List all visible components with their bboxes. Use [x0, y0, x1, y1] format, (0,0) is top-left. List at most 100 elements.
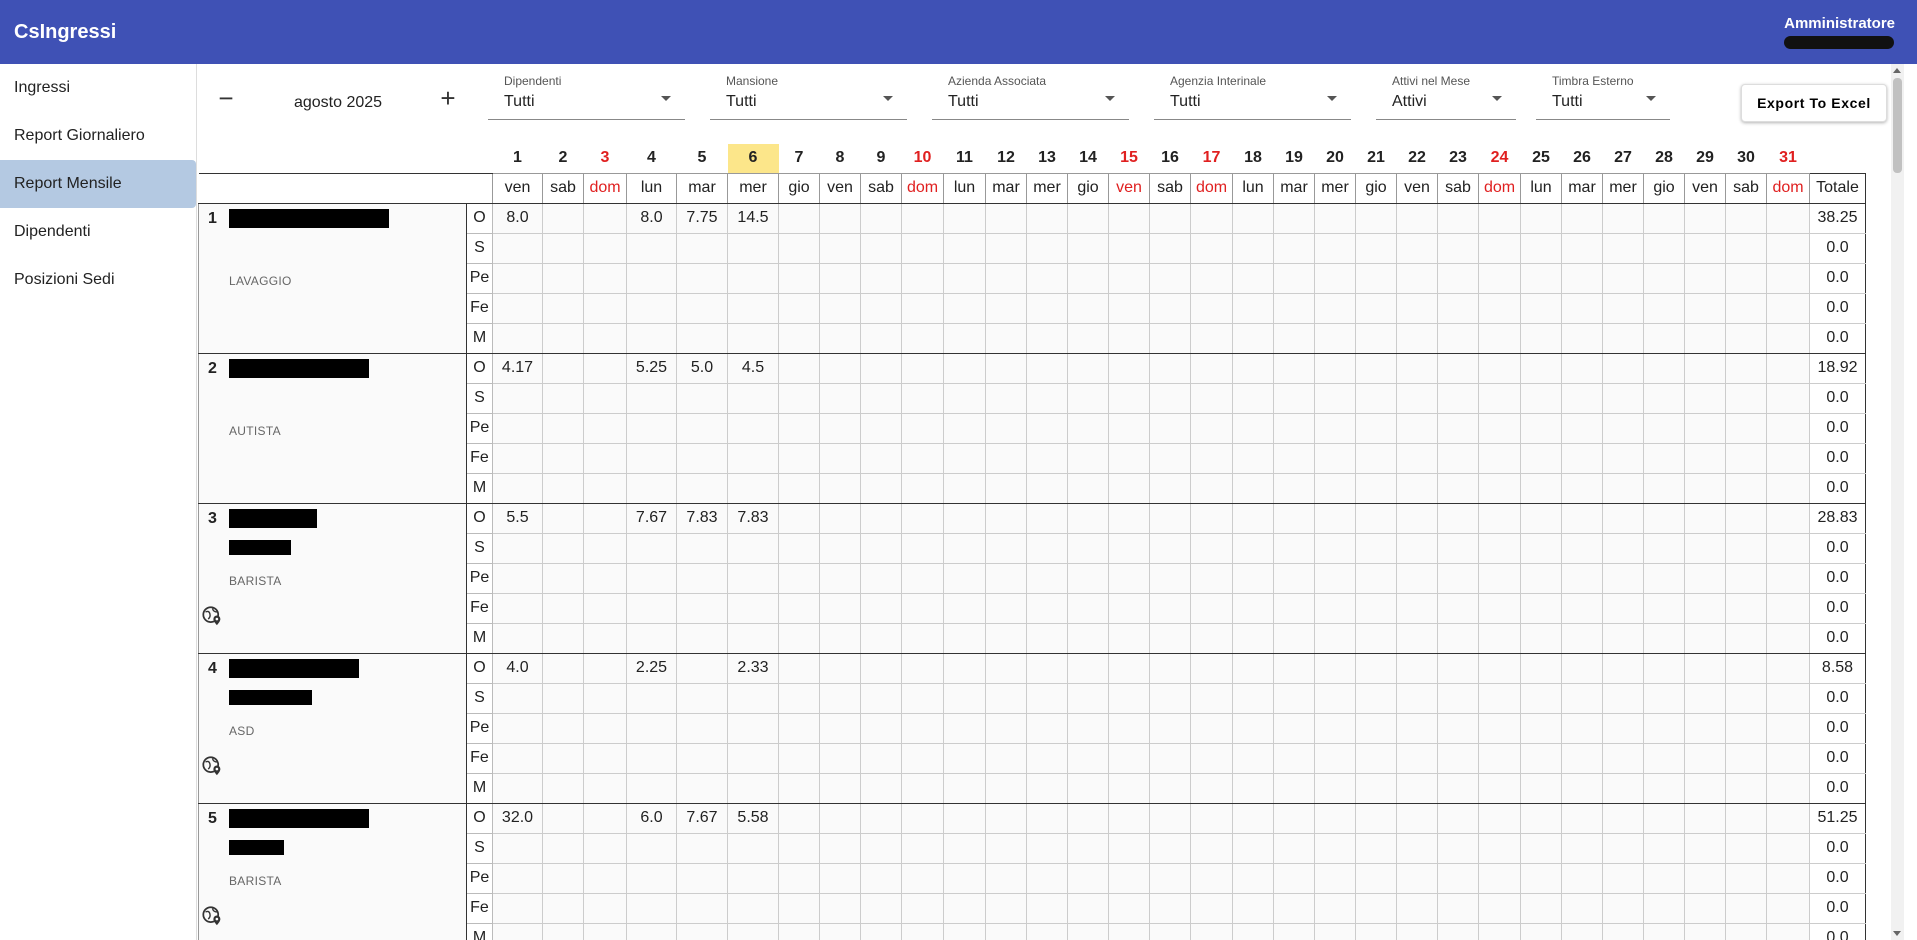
day-hours-cell[interactable] — [901, 592, 944, 624]
day-hours-cell[interactable] — [1314, 652, 1356, 684]
day-hours-cell[interactable] — [1725, 292, 1767, 324]
day-hours-cell[interactable] — [492, 232, 543, 264]
day-hours-cell[interactable] — [1273, 682, 1315, 714]
day-hours-cell[interactable] — [1190, 472, 1233, 504]
day-hours-cell[interactable] — [1478, 832, 1521, 864]
day-hours-cell[interactable] — [860, 562, 902, 594]
day-hours-cell[interactable] — [1478, 802, 1521, 834]
day-hours-cell[interactable] — [542, 832, 584, 864]
day-hours-cell[interactable] — [1520, 892, 1562, 924]
day-hours-cell[interactable] — [542, 682, 584, 714]
day-hours-cell[interactable] — [1067, 892, 1109, 924]
day-hours-cell[interactable] — [1725, 202, 1767, 234]
day-hours-cell[interactable] — [819, 802, 861, 834]
day-hours-cell[interactable] — [1725, 892, 1767, 924]
day-hours-cell[interactable] — [1355, 742, 1397, 774]
day-hours-cell[interactable] — [1602, 382, 1644, 414]
day-hours-cell[interactable] — [1725, 862, 1767, 894]
next-month-button[interactable]: + — [433, 84, 463, 114]
day-hours-cell[interactable] — [1108, 802, 1150, 834]
scrollbar-thumb[interactable] — [1893, 78, 1902, 173]
day-hours-cell[interactable] — [676, 862, 728, 894]
day-hours-cell[interactable] — [1149, 832, 1191, 864]
day-hours-cell[interactable] — [1643, 262, 1685, 294]
day-hours-cell[interactable] — [1108, 262, 1150, 294]
day-hours-cell[interactable] — [1437, 562, 1479, 594]
day-hours-cell[interactable] — [1273, 892, 1315, 924]
day-hours-cell[interactable] — [492, 412, 543, 444]
day-hours-cell[interactable] — [943, 862, 986, 894]
day-hours-cell[interactable] — [860, 652, 902, 684]
day-hours-cell[interactable] — [1602, 502, 1644, 534]
day-hours-cell[interactable] — [626, 382, 677, 414]
day-hours-cell[interactable] — [1766, 742, 1810, 774]
day-hours-cell[interactable] — [1520, 622, 1562, 654]
day-hours-cell[interactable]: 6.0 — [626, 802, 677, 834]
day-hours-cell[interactable] — [492, 682, 543, 714]
day-hours-cell[interactable] — [1437, 592, 1479, 624]
day-hours-cell[interactable] — [901, 232, 944, 264]
day-hours-cell[interactable] — [1026, 862, 1068, 894]
day-hours-cell[interactable] — [1067, 862, 1109, 894]
day-hours-cell[interactable] — [1520, 562, 1562, 594]
day-hours-cell[interactable] — [1232, 652, 1274, 684]
day-hours-cell[interactable] — [1067, 832, 1109, 864]
day-hours-cell[interactable] — [1437, 292, 1479, 324]
day-hours-cell[interactable] — [1520, 232, 1562, 264]
day-hours-cell[interactable] — [583, 232, 627, 264]
day-hours-cell[interactable] — [542, 352, 584, 384]
day-hours-cell[interactable] — [1684, 772, 1726, 804]
day-hours-cell[interactable] — [1067, 202, 1109, 234]
day-hours-cell[interactable] — [583, 712, 627, 744]
day-hours-cell[interactable] — [1026, 652, 1068, 684]
day-hours-cell[interactable] — [1766, 772, 1810, 804]
day-hours-cell[interactable] — [943, 472, 986, 504]
day-hours-cell[interactable] — [676, 262, 728, 294]
day-hours-cell[interactable] — [1108, 322, 1150, 354]
day-hours-cell[interactable] — [542, 592, 584, 624]
day-hours-cell[interactable] — [1684, 502, 1726, 534]
day-hours-cell[interactable] — [1643, 352, 1685, 384]
day-hours-cell[interactable] — [1643, 862, 1685, 894]
day-hours-cell[interactable] — [1108, 202, 1150, 234]
sidebar-item-report-giornaliero[interactable]: Report Giornaliero — [0, 112, 196, 160]
day-hours-cell[interactable] — [1643, 802, 1685, 834]
day-hours-cell[interactable] — [542, 742, 584, 774]
day-hours-cell[interactable] — [1520, 652, 1562, 684]
day-hours-cell[interactable] — [1149, 562, 1191, 594]
employee-cell[interactable]: 2 AUTISTA — [198, 353, 467, 504]
day-hours-cell[interactable] — [1108, 502, 1150, 534]
day-hours-cell[interactable] — [1232, 322, 1274, 354]
day-hours-cell[interactable] — [1684, 202, 1726, 234]
day-hours-cell[interactable] — [860, 232, 902, 264]
day-hours-cell[interactable] — [819, 772, 861, 804]
day-hours-cell[interactable] — [1561, 622, 1603, 654]
day-hours-cell[interactable] — [860, 922, 902, 940]
day-hours-cell[interactable] — [1273, 292, 1315, 324]
day-hours-cell[interactable] — [819, 532, 861, 564]
day-hours-cell[interactable] — [1437, 442, 1479, 474]
day-hours-cell[interactable] — [1273, 532, 1315, 564]
day-hours-cell[interactable] — [1355, 502, 1397, 534]
day-hours-cell[interactable] — [1190, 682, 1233, 714]
day-hours-cell[interactable] — [1314, 202, 1356, 234]
day-hours-cell[interactable] — [985, 592, 1027, 624]
day-hours-cell[interactable] — [1725, 262, 1767, 294]
day-hours-cell[interactable] — [1520, 922, 1562, 940]
day-hours-cell[interactable] — [1725, 442, 1767, 474]
sidebar-item-posizioni-sedi[interactable]: Posizioni Sedi — [0, 256, 196, 304]
day-hours-cell[interactable] — [1684, 622, 1726, 654]
export-to-excel-button[interactable]: Export To Excel — [1741, 84, 1887, 122]
day-hours-cell[interactable] — [943, 652, 986, 684]
day-hours-cell[interactable] — [1355, 382, 1397, 414]
day-hours-cell[interactable] — [1684, 322, 1726, 354]
day-hours-cell[interactable] — [1766, 352, 1810, 384]
day-hours-cell[interactable] — [819, 442, 861, 474]
day-hours-cell[interactable] — [778, 592, 820, 624]
day-hours-cell[interactable] — [778, 262, 820, 294]
day-hours-cell[interactable] — [1190, 832, 1233, 864]
day-hours-cell[interactable] — [943, 892, 986, 924]
day-hours-cell[interactable] — [1561, 712, 1603, 744]
day-hours-cell[interactable] — [778, 652, 820, 684]
day-hours-cell[interactable] — [1561, 412, 1603, 444]
